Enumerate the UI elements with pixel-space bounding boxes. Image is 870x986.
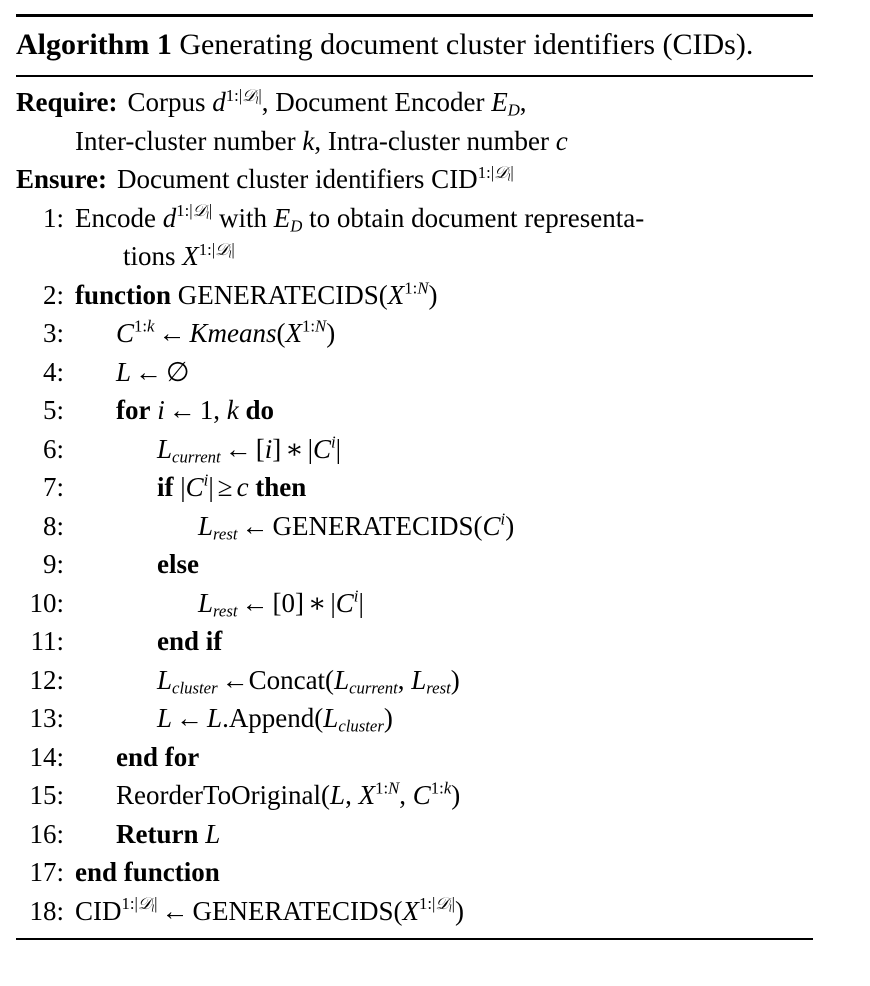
algorithm-line-4: 4: L ← ∅	[16, 353, 813, 392]
algorithm-body: Require: Corpus d1:|𝒟l|, Document Encoder…	[16, 77, 813, 938]
line-number: 2:	[42, 279, 64, 310]
algorithm-line-15: 15: ReorderToOriginal(L, X1:N, C1:k)	[16, 776, 813, 815]
ensure-keyword: Ensure:	[16, 164, 108, 194]
algorithm-line-12: 12: Lcluster ←Concat(Lcurrent, Lrest)	[16, 661, 813, 700]
algorithm-line-11: 11: end if	[16, 622, 813, 661]
algorithm-line-3: 3: C1:k ← Kmeans(X1:N)	[16, 314, 813, 353]
line-content: function GENERATECIDS(X1:N)	[75, 278, 438, 310]
line-content: ReorderToOriginal(L, X1:N, C1:k)	[116, 778, 461, 810]
line-number: 8:	[42, 510, 64, 541]
line-number: 11:	[30, 626, 65, 656]
require-line-1: Corpus d1:|𝒟l|, Document Encoder ED,	[127, 84, 527, 120]
algorithm-caption-text: Generating document cluster identifiers …	[179, 28, 754, 61]
algorithm-line-8: 8: Lrest ← GENERATECIDS(Ci)	[16, 507, 813, 546]
line-content: C1:k ← Kmeans(X1:N)	[116, 316, 336, 348]
algorithm-line-18: 18: CID1:|𝒟l| ← GENERATECIDS(X1:|𝒟l|)	[16, 892, 813, 931]
line-content: CID1:|𝒟l| ← GENERATECIDS(X1:|𝒟l|)	[75, 893, 464, 926]
line-number: 3:	[42, 318, 64, 348]
line-content: end if	[157, 626, 223, 656]
require-keyword: Require:	[16, 87, 118, 117]
algorithm-block: Algorithm 1 Generating document cluster …	[16, 0, 813, 940]
line-number: 14:	[29, 741, 64, 772]
line-content: else	[157, 549, 199, 579]
line-content: Lrest ← GENERATECIDS(Ci)	[198, 509, 515, 544]
line-number: 4:	[42, 356, 64, 387]
line-content: Lrest ← [0] ∗ |Ci|	[198, 586, 364, 621]
line-number: 10:	[29, 587, 64, 618]
line-content: end function	[75, 857, 220, 887]
algorithm-line-1: 1: Encode d1:|𝒟l| with ED to obtain docu…	[16, 199, 813, 276]
algorithm-line-7: 7: if |Ci| ≥ c then	[16, 468, 813, 507]
line-content: Return L	[116, 818, 221, 849]
algorithm-line-2: 2: function GENERATECIDS(X1:N)	[16, 276, 813, 315]
line-content: L ← ∅	[116, 356, 190, 387]
line-number: 15:	[29, 780, 64, 810]
line-content: Encode d1:|𝒟l| with ED to obtain documen…	[75, 200, 645, 271]
line-number: 16:	[29, 818, 64, 849]
require-line-2: Inter-cluster number k, Intra-cluster nu…	[75, 125, 568, 156]
line-content: Lcurrent ← [i] ∗ |Ci|	[157, 432, 342, 467]
algorithm-line-13: 13: L ← L.Append(Lcluster)	[16, 699, 813, 738]
line-number: 13:	[29, 703, 64, 733]
algorithm-line-5: 5: for i ← 1, k do	[16, 391, 813, 430]
algorithm-line-17: 17: end function	[16, 853, 813, 892]
algorithm-line-9: 9: else	[16, 545, 813, 584]
line-number: 5:	[42, 395, 64, 425]
algorithm-label: Algorithm 1	[16, 28, 172, 61]
line-content: end for	[116, 741, 200, 772]
algorithm-line-10: 10: Lrest ← [0] ∗ |Ci|	[16, 584, 813, 623]
line-content: for i ← 1, k do	[116, 395, 275, 425]
algorithm-line-6: 6: Lcurrent ← [i] ∗ |Ci|	[16, 430, 813, 469]
require-block: Require: Corpus d1:|𝒟l|, Document Encoder…	[16, 83, 813, 160]
ensure-line-1: Document cluster identifiers CID1:|𝒟l|	[117, 161, 514, 194]
line-number: 1:	[42, 202, 64, 233]
line-number: 7:	[42, 472, 64, 502]
algorithm-line-14: 14: end for	[16, 738, 813, 777]
algorithm-caption: Algorithm 1 Generating document cluster …	[16, 17, 813, 75]
line-number: 12:	[29, 664, 64, 695]
line-content: L ← L.Append(Lcluster)	[157, 703, 393, 736]
line-content: if |Ci| ≥ c then	[157, 470, 307, 502]
line-number: 18:	[29, 895, 64, 926]
algorithm-line-16: 16: Return L	[16, 815, 813, 854]
line-number: 9:	[42, 549, 64, 579]
line-number: 17:	[29, 857, 64, 887]
bottom-rule	[16, 938, 813, 940]
ensure-block: Ensure: Document cluster identifiers CID1…	[16, 160, 813, 199]
line-number: 6:	[42, 433, 64, 464]
line-content: Lcluster ←Concat(Lcurrent, Lrest)	[157, 664, 460, 698]
